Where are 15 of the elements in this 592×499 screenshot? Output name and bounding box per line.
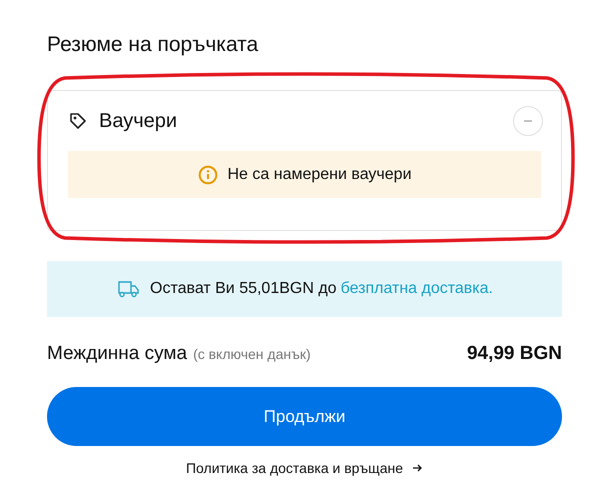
continue-button[interactable]: Продължи (47, 387, 562, 446)
free-shipping-message: Остават Ви 55,01BGN до безплатна доставка. (150, 280, 493, 298)
subtotal-label: Междинна сума (47, 343, 188, 365)
free-shipping-link[interactable]: безплатна доставка. (340, 280, 493, 297)
policy-link[interactable]: Политика за доставка и връщане (186, 460, 423, 476)
subtotal-value: 94,99 BGN (466, 343, 562, 365)
order-summary-title: Резюме на поръчката (47, 33, 260, 57)
truck-icon (116, 279, 140, 299)
arrow-right-icon (412, 463, 423, 473)
tax-note: (с включен данък) (193, 346, 312, 362)
notice-text: Не са намерени ваучери (228, 166, 412, 184)
tag-icon (68, 111, 88, 131)
vouchers-title: Ваучери (99, 110, 178, 132)
info-icon (198, 164, 218, 184)
collapse-button[interactable] (513, 106, 543, 136)
